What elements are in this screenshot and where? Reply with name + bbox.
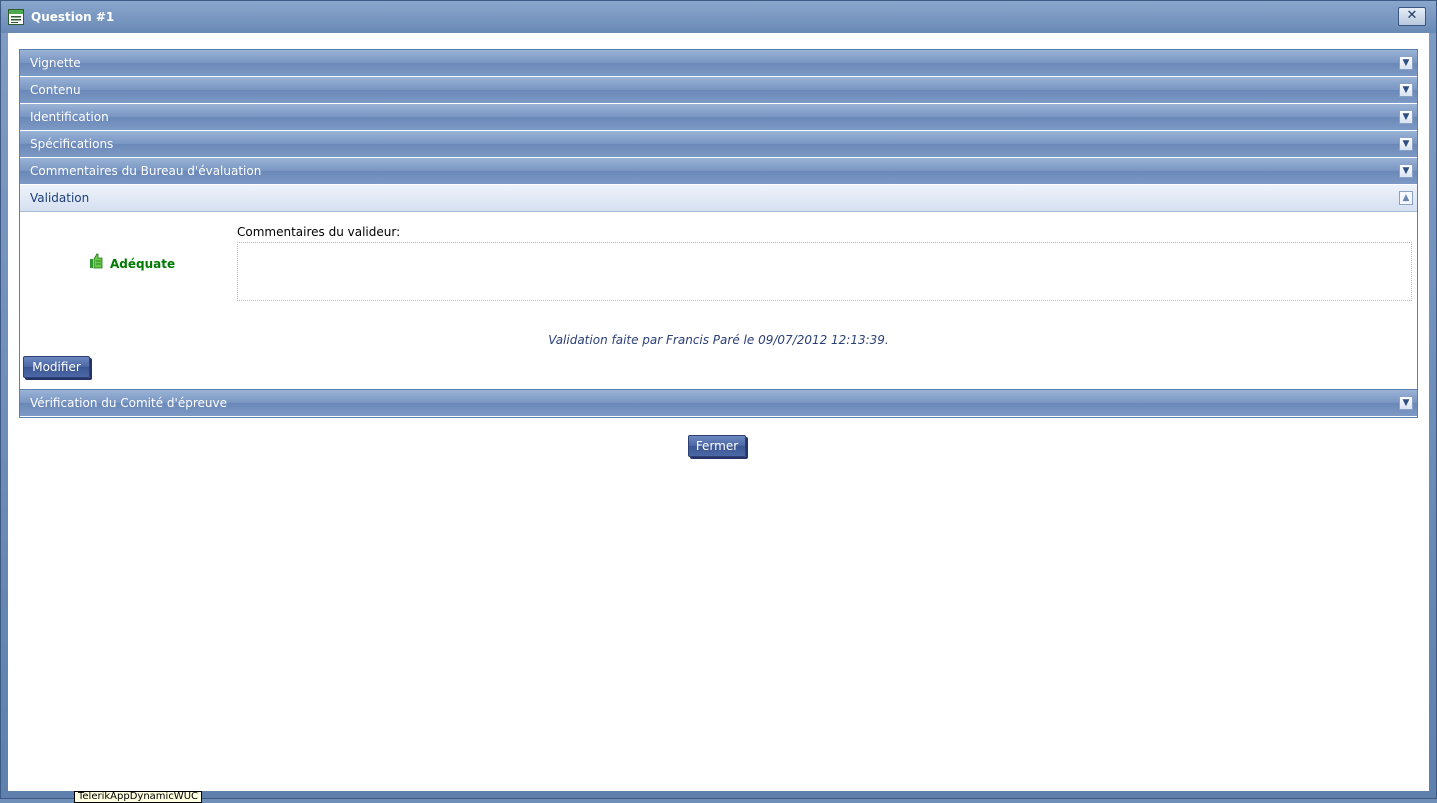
panel-header-commentaires-bureau[interactable]: Commentaires du Bureau d'évaluation ▼	[20, 158, 1417, 185]
panel-label: Vignette	[30, 56, 81, 70]
validation-panel-body: Adéquate Commentaires du valideur: Valid…	[20, 212, 1417, 390]
panel-label: Spécifications	[30, 137, 114, 151]
panel-header-identification[interactable]: Identification ▼	[20, 104, 1417, 131]
validation-info: Validation faite par Francis Paré le 09/…	[548, 333, 889, 347]
chevron-down-icon[interactable]: ▼	[1399, 83, 1413, 97]
window-title: Question #1	[31, 10, 115, 24]
modify-button[interactable]: Modifier	[23, 356, 90, 378]
chevron-down-icon[interactable]: ▼	[1399, 164, 1413, 178]
dialog-content: Vignette ▼ Contenu ▼ Identification ▼ Sp…	[8, 33, 1429, 791]
panel-header-vignette[interactable]: Vignette ▼	[20, 50, 1417, 77]
close-dialog-button[interactable]: Fermer	[688, 435, 746, 457]
chevron-down-icon[interactable]: ▼	[1399, 110, 1413, 124]
thumbs-up-icon	[90, 253, 103, 269]
validation-status: Adéquate	[110, 257, 176, 271]
panel-header-validation[interactable]: Validation ▲	[20, 185, 1417, 212]
panel-header-contenu[interactable]: Contenu ▼	[20, 77, 1417, 104]
panel-label: Identification	[30, 110, 109, 124]
title-bar[interactable]: Question #1 ✕	[1, 1, 1436, 33]
dialog-window: Question #1 ✕ Vignette ▼ Contenu ▼ Ident…	[0, 0, 1437, 799]
panel-bar: Vignette ▼ Contenu ▼ Identification ▼ Sp…	[19, 49, 1418, 418]
chevron-down-icon[interactable]: ▼	[1399, 56, 1413, 70]
comments-field[interactable]	[237, 242, 1412, 301]
tooltip: TelerikAppDynamicWUC	[74, 791, 202, 803]
close-icon: ✕	[1406, 8, 1418, 23]
comments-label: Commentaires du valideur:	[237, 225, 401, 239]
panel-label: Vérification du Comité d'épreuve	[30, 396, 227, 410]
panel-header-specifications[interactable]: Spécifications ▼	[20, 131, 1417, 158]
panel-header-verification-comite[interactable]: Vérification du Comité d'épreuve ▼	[20, 390, 1417, 417]
chevron-down-icon[interactable]: ▼	[1399, 396, 1413, 410]
panel-label: Contenu	[30, 83, 81, 97]
close-button[interactable]: ✕	[1398, 7, 1426, 26]
window-icon	[8, 9, 24, 25]
chevron-up-icon[interactable]: ▲	[1399, 191, 1413, 205]
chevron-down-icon[interactable]: ▼	[1399, 137, 1413, 151]
panel-label: Validation	[30, 191, 90, 205]
panel-label: Commentaires du Bureau d'évaluation	[30, 164, 262, 178]
